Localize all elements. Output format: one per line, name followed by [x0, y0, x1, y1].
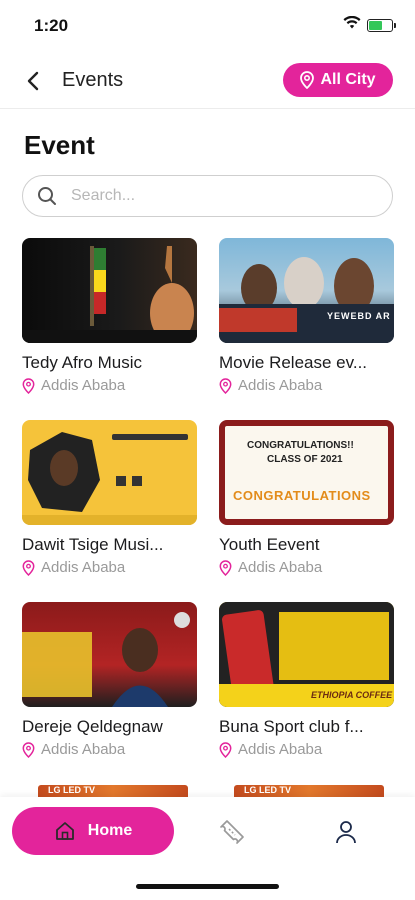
event-location-label: Addis Ababa — [238, 741, 323, 758]
status-icons — [343, 15, 396, 34]
event-title: Dawit Tsige Musi... — [22, 535, 164, 554]
event-thumbnail: CONGRATULATIONS!! CLASS OF 2021 CONGRATU… — [219, 420, 394, 525]
location-pin-icon — [22, 741, 35, 758]
event-title: Movie Release ev... — [219, 353, 368, 372]
event-card[interactable]: Dereje Qeldegnaw Addis Ababa — [22, 602, 197, 758]
event-location-label: Addis Ababa — [238, 559, 323, 576]
home-icon — [55, 822, 74, 840]
location-pin-icon — [219, 377, 232, 394]
event-location: Addis Ababa — [22, 559, 197, 576]
event-card-peek[interactable]: LG LED TV — [234, 785, 384, 797]
wifi-icon — [343, 15, 361, 34]
buna-thumbnail-text: ETHIOPIA COFFEE — [311, 690, 393, 700]
event-location-label: Addis Ababa — [41, 741, 126, 758]
youth-thumbnail-line1: CONGRATULATIONS!! — [247, 440, 354, 451]
youth-thumbnail-line2: CLASS OF 2021 — [267, 454, 343, 465]
search-icon — [38, 187, 56, 205]
tab-tickets[interactable] — [217, 817, 247, 847]
event-location: Addis Ababa — [219, 741, 394, 758]
all-city-button[interactable]: All City — [283, 63, 393, 97]
location-pin-icon — [22, 559, 35, 576]
event-location-label: Addis Ababa — [41, 377, 126, 394]
battery-icon — [367, 18, 396, 32]
event-location: Addis Ababa — [219, 559, 394, 576]
location-pin-icon — [22, 377, 35, 394]
event-title: Buna Sport club f... — [219, 717, 364, 736]
tab-profile[interactable] — [331, 817, 361, 847]
back-button[interactable] — [18, 66, 48, 96]
ticket-icon — [220, 820, 244, 844]
peek-label: LG LED TV — [244, 785, 291, 795]
event-card[interactable]: YEWEBD AR Movie Release ev... Addis Abab… — [219, 238, 394, 394]
app-header: Events All City — [0, 56, 415, 106]
tab-home[interactable]: Home — [12, 807, 174, 855]
event-location: Addis Ababa — [219, 377, 394, 394]
event-thumbnail — [22, 602, 197, 707]
location-pin-icon — [219, 741, 232, 758]
event-card[interactable]: CONGRATULATIONS!! CLASS OF 2021 CONGRATU… — [219, 420, 394, 576]
movie-thumbnail-text: YEWEBD AR — [327, 311, 391, 321]
header-title: Events — [62, 69, 124, 91]
event-thumbnail — [22, 420, 197, 525]
event-thumbnail: ETHIOPIA COFFEE — [219, 602, 394, 707]
peek-label: LG LED TV — [48, 785, 95, 795]
event-card[interactable]: ETHIOPIA COFFEE Buna Sport club f... Add… — [219, 602, 394, 758]
event-thumbnail — [22, 238, 197, 343]
tab-home-label: Home — [87, 822, 133, 839]
all-city-label: All City — [320, 71, 376, 88]
event-title: Youth Eevent — [219, 535, 320, 554]
event-location: Addis Ababa — [22, 377, 197, 394]
profile-icon — [336, 821, 356, 844]
event-location: Addis Ababa — [22, 741, 197, 758]
status-bar: 1:20 — [0, 0, 415, 50]
search-bar — [22, 175, 393, 217]
event-card-peek[interactable]: LG LED TV — [38, 785, 188, 797]
event-card[interactable]: Tedy Afro Music Addis Ababa — [22, 238, 197, 394]
location-pin-icon — [219, 559, 232, 576]
event-location-label: Addis Ababa — [41, 559, 126, 576]
youth-thumbnail-banner: CONGRATULATIONS — [233, 488, 371, 503]
page-title: Event — [24, 130, 95, 160]
status-time: 1:20 — [34, 16, 69, 35]
chevron-left-icon — [27, 71, 39, 91]
event-title: Dereje Qeldegnaw — [22, 717, 163, 736]
event-title: Tedy Afro Music — [22, 353, 142, 372]
search-input[interactable] — [71, 187, 361, 205]
location-pin-icon — [300, 71, 315, 89]
event-card[interactable]: Dawit Tsige Musi... Addis Ababa — [22, 420, 197, 576]
event-thumbnail: YEWEBD AR — [219, 238, 394, 343]
header-divider — [0, 108, 415, 109]
event-location-label: Addis Ababa — [238, 377, 323, 394]
home-indicator — [136, 884, 279, 889]
